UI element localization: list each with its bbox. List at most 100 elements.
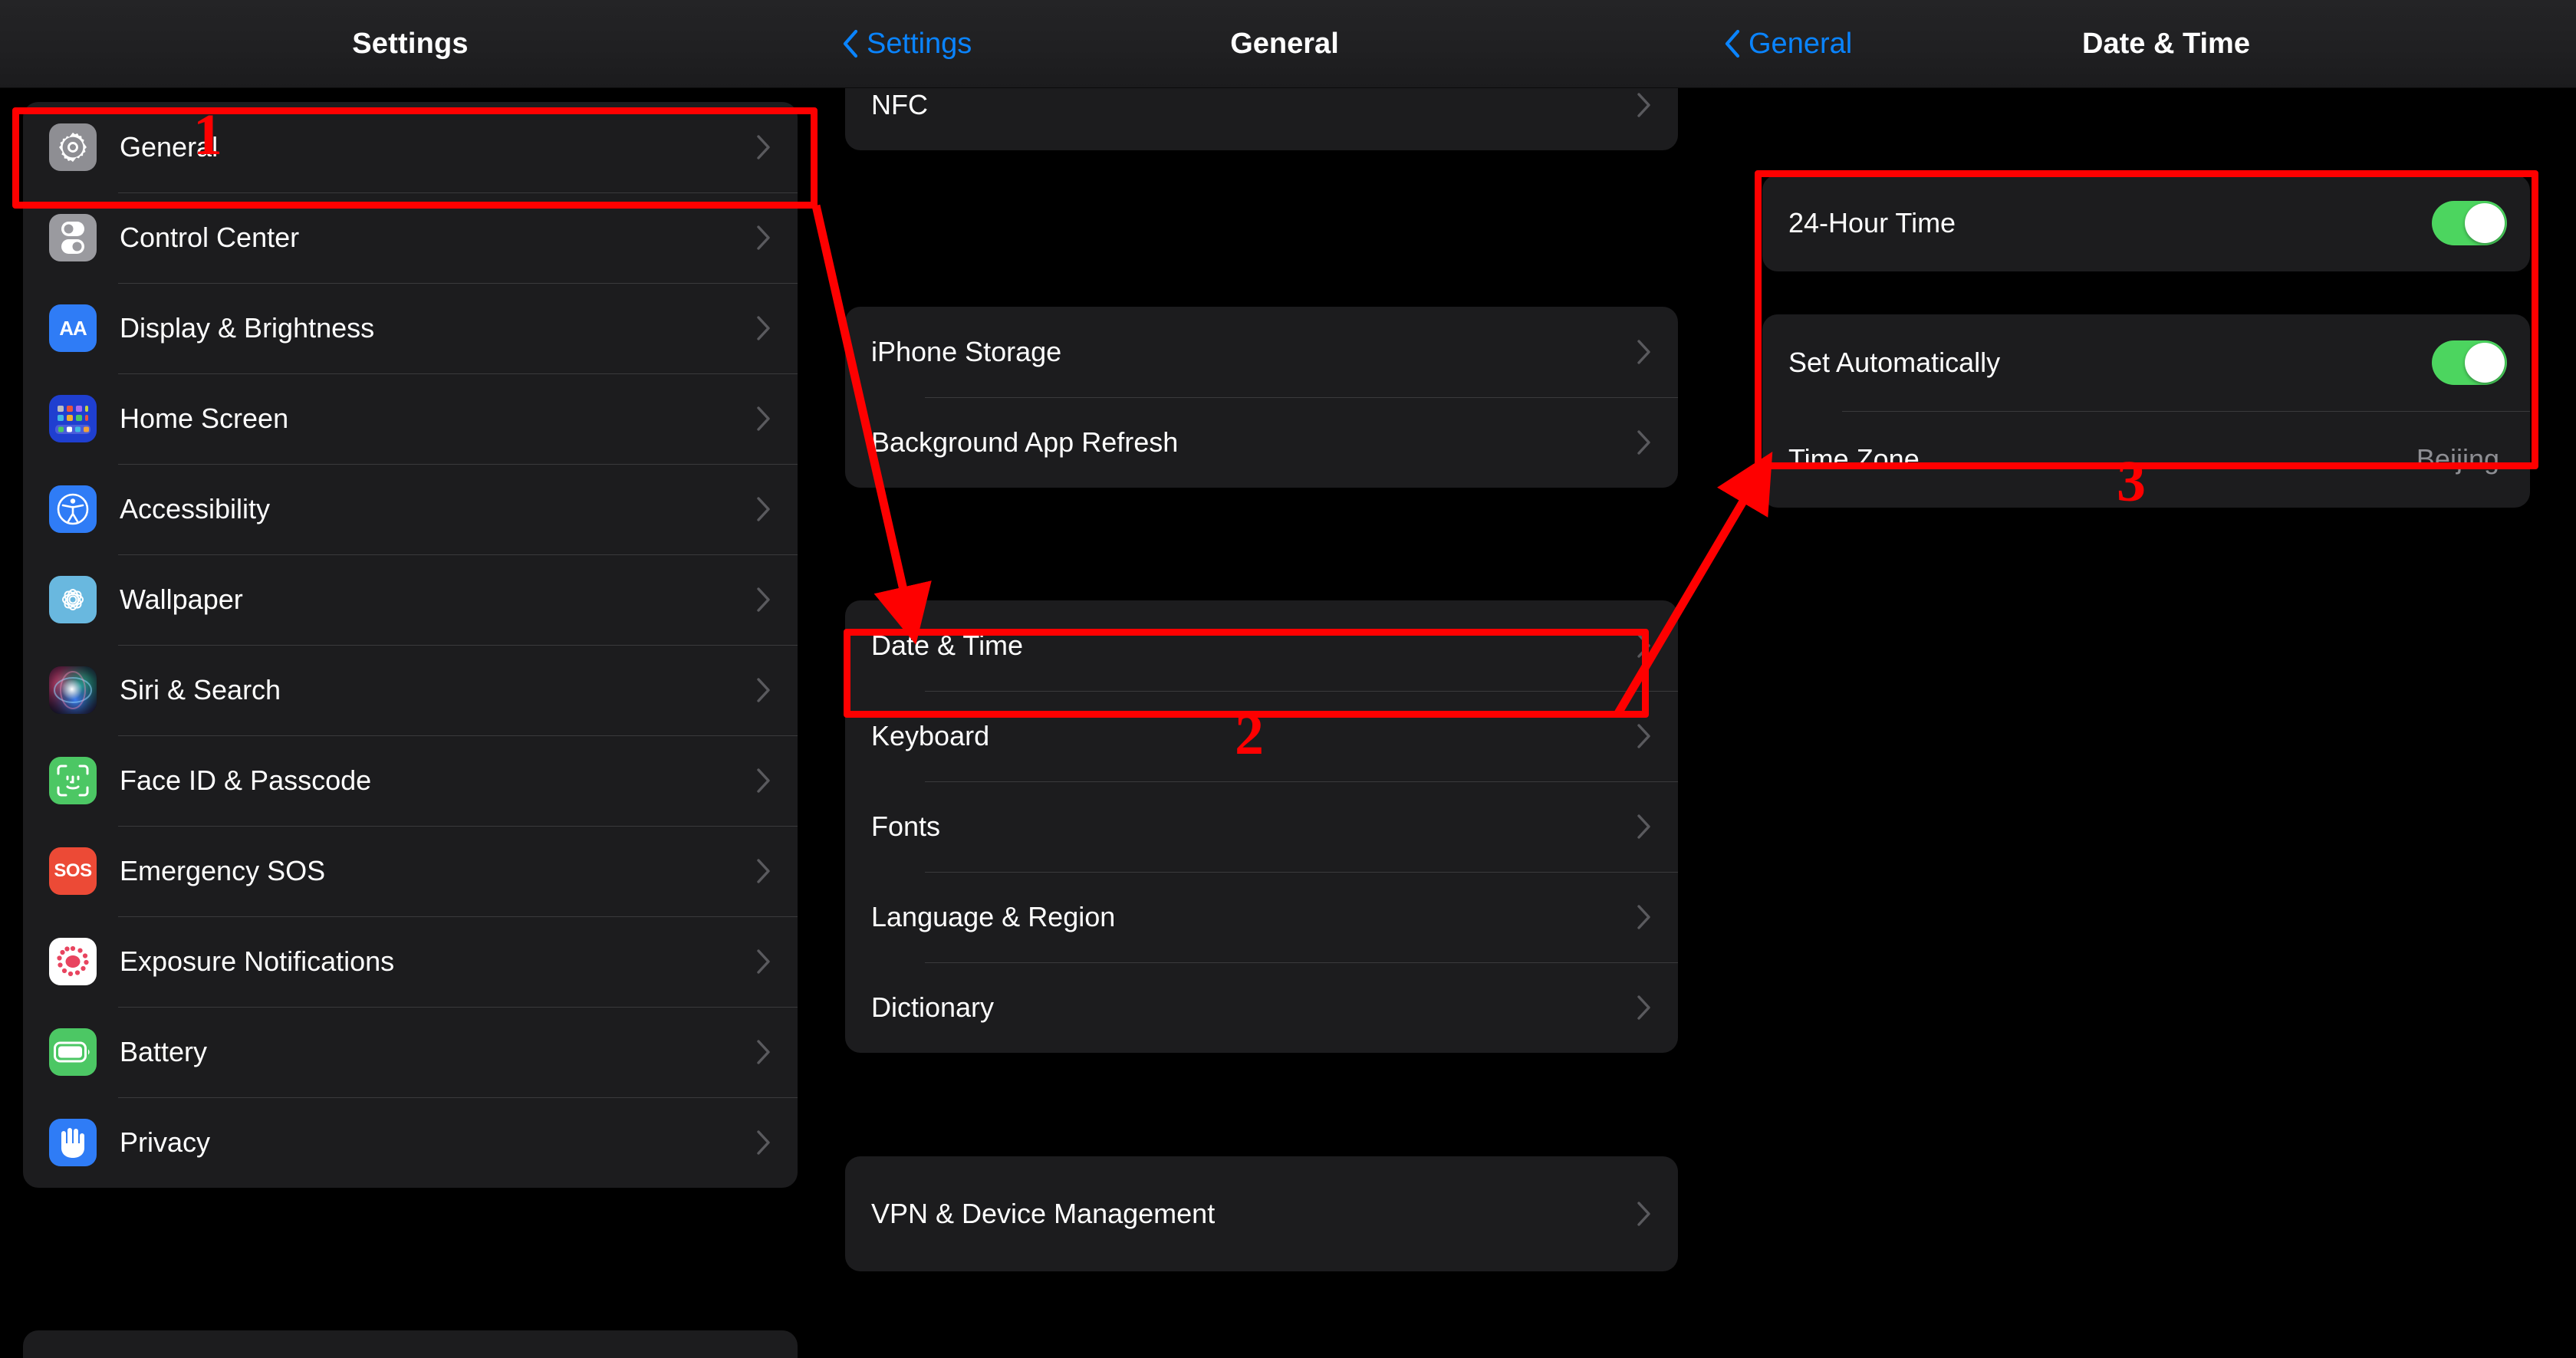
chevron-right-icon: [756, 587, 771, 613]
chevron-right-icon: [756, 858, 771, 884]
wallpaper-icon: [49, 576, 97, 623]
chevron-right-icon: [756, 496, 771, 522]
sidebar-item-battery[interactable]: Battery: [23, 1007, 798, 1097]
control-center-icon: [49, 214, 97, 261]
general-row-keyboard[interactable]: Keyboard: [845, 691, 1678, 781]
general-row-language-region[interactable]: Language & Region: [845, 872, 1678, 962]
general-row-date-time[interactable]: Date & Time: [845, 600, 1678, 691]
sidebar-item-privacy[interactable]: Privacy: [23, 1097, 798, 1188]
chevron-right-icon: [1637, 814, 1652, 840]
general-group-storage: iPhone Storage Background App Refresh: [845, 307, 1678, 488]
back-label: Settings: [867, 27, 972, 60]
general-scroll[interactable]: Privacy NFC iPhone Storage Back: [821, 0, 1703, 1358]
display-brightness-icon: AA: [49, 304, 97, 352]
chevron-right-icon: [756, 1039, 771, 1065]
sidebar-item-general[interactable]: General: [23, 102, 798, 192]
sidebar-item-label: Privacy: [120, 1126, 211, 1158]
chevron-right-icon: [1637, 633, 1652, 659]
sidebar-item-label: Face ID & Passcode: [120, 764, 372, 796]
chevron-right-icon: [756, 406, 771, 432]
row-label: VPN & Device Management: [871, 1198, 1216, 1229]
row-label: iPhone Storage: [871, 336, 1062, 367]
sidebar-item-label: Exposure Notifications: [120, 945, 395, 977]
time-zone-value: Beijing: [2416, 443, 2499, 475]
chevron-right-icon: [1637, 1201, 1652, 1227]
chevron-right-icon: [756, 768, 771, 794]
sidebar-item-label: Display & Brightness: [120, 312, 375, 344]
back-to-general-button[interactable]: General: [1724, 28, 1852, 61]
row-label: Background App Refresh: [871, 426, 1179, 458]
app-screen: Settings General Control Center AA Displ…: [0, 0, 2576, 1358]
battery-icon: [49, 1028, 97, 1076]
sidebar-item-home-screen[interactable]: Home Screen: [23, 373, 798, 464]
date-time-scroll[interactable]: 24-Hour Time Set Automatically Time Zone…: [1703, 0, 2576, 1358]
row-label: Date & Time: [871, 630, 1024, 661]
sidebar-scroll[interactable]: General Control Center AA Display & Brig…: [0, 0, 821, 1358]
page-title: Settings: [352, 27, 469, 60]
general-row-vpn-device-management[interactable]: VPN & Device Management: [845, 1156, 1678, 1271]
chevron-right-icon: [1637, 429, 1652, 455]
sidebar-item-control-center[interactable]: Control Center: [23, 192, 798, 283]
row-label: Dictionary: [871, 991, 995, 1023]
chevron-right-icon: [756, 225, 771, 251]
sidebar-item-emergency-sos[interactable]: SOS Emergency SOS: [23, 826, 798, 916]
sidebar-item-display-brightness[interactable]: AA Display & Brightness: [23, 283, 798, 373]
general-row-dictionary[interactable]: Dictionary: [845, 962, 1678, 1053]
general-navbar: General Settings: [821, 0, 1703, 88]
siri-icon: [49, 666, 97, 714]
back-label: General: [1749, 27, 1853, 60]
chevron-right-icon: [1637, 904, 1652, 930]
date-time-panel: Date & Time General 24-Hour Time Set Aut…: [1703, 0, 2576, 1358]
sidebar-item-label: Home Screen: [120, 403, 289, 434]
row-label: Language & Region: [871, 901, 1116, 932]
general-row-fonts[interactable]: Fonts: [845, 781, 1678, 872]
row-time-zone[interactable]: Time Zone Beijing: [1762, 411, 2530, 508]
general-panel: General Settings Privacy NFC: [821, 0, 1703, 1358]
chevron-right-icon: [1637, 723, 1652, 749]
chevron-left-icon: [842, 29, 859, 58]
toggle-knob: [2465, 203, 2505, 243]
sidebar-item-label: Accessibility: [120, 493, 271, 524]
chevron-right-icon: [756, 1129, 771, 1156]
row-24-hour-time[interactable]: 24-Hour Time: [1762, 175, 2530, 271]
chevron-right-icon: [1637, 92, 1652, 118]
chevron-left-icon: [1724, 29, 1741, 58]
date-time-group-auto: Set Automatically Time Zone Beijing: [1762, 314, 2530, 508]
sidebar-item-accessibility[interactable]: Accessibility: [23, 464, 798, 554]
set-automatically-toggle[interactable]: [2432, 340, 2507, 385]
accessibility-icon: [49, 485, 97, 533]
row-label: Fonts: [871, 811, 941, 842]
general-row-background-app-refresh[interactable]: Background App Refresh: [845, 397, 1678, 488]
date-time-navbar: Date & Time General: [1703, 0, 2576, 88]
sidebar-item-label: General: [120, 131, 219, 163]
chevron-right-icon: [756, 949, 771, 975]
sidebar-group-next: [23, 1330, 798, 1358]
general-row-iphone-storage[interactable]: iPhone Storage: [845, 307, 1678, 397]
chevron-right-icon: [756, 315, 771, 341]
sidebar-item-wallpaper[interactable]: Wallpaper: [23, 554, 798, 645]
row-label: Keyboard: [871, 720, 990, 751]
24-hour-time-toggle[interactable]: [2432, 201, 2507, 245]
privacy-hand-icon: [49, 1119, 97, 1166]
row-set-automatically[interactable]: Set Automatically: [1762, 314, 2530, 411]
date-time-group-format: 24-Hour Time: [1762, 175, 2530, 271]
sidebar-group: General Control Center AA Display & Brig…: [23, 102, 798, 1188]
settings-sidebar-panel: Settings General Control Center AA Displ…: [0, 0, 821, 1358]
sidebar-item-face-id-passcode[interactable]: Face ID & Passcode: [23, 735, 798, 826]
sidebar-item-siri-search[interactable]: Siri & Search: [23, 645, 798, 735]
row-label: Set Automatically: [1788, 347, 2001, 378]
chevron-right-icon: [1637, 339, 1652, 365]
back-to-settings-button[interactable]: Settings: [842, 28, 972, 61]
sidebar-item-exposure-notifications[interactable]: Exposure Notifications: [23, 916, 798, 1007]
sidebar-item-label: Siri & Search: [120, 674, 281, 705]
row-label: 24-Hour Time: [1788, 207, 1956, 238]
sidebar-item-label: Control Center: [120, 222, 300, 253]
general-group-localization: Date & Time Keyboard Fonts Language & Re…: [845, 600, 1678, 1053]
face-id-icon: [49, 757, 97, 804]
gear-icon: [49, 123, 97, 171]
row-label: Time Zone: [1788, 443, 1920, 475]
chevron-right-icon: [1637, 995, 1652, 1021]
sidebar-item-label: Emergency SOS: [120, 855, 326, 886]
chevron-right-icon: [756, 134, 771, 160]
exposure-notifications-icon: [49, 938, 97, 985]
